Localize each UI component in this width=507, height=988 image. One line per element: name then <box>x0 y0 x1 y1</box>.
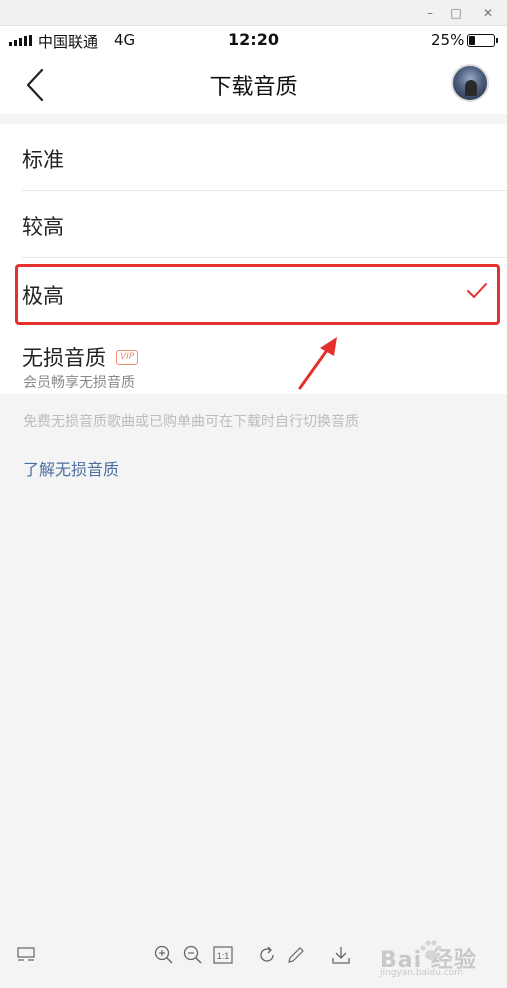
highlight-box <box>15 264 500 325</box>
actual-size-icon[interactable]: 1:1 <box>212 944 234 966</box>
paw-icon <box>420 940 442 960</box>
option-label: 较高 <box>22 215 64 239</box>
battery-icon <box>467 34 498 47</box>
maximize-icon: □ <box>450 6 462 20</box>
window-title-bar: – □ ✕ <box>0 0 507 26</box>
battery-fill <box>469 36 475 45</box>
option-label: 无损音质 <box>22 346 106 370</box>
minimize-icon: – <box>427 6 433 20</box>
rotate-icon[interactable] <box>256 944 278 966</box>
option-subtitle: 会员畅享无损音质 <box>23 375 135 391</box>
watermark-sub: jingyan.baidu.com <box>380 968 464 978</box>
info-note: 免费无损音质歌曲或已购单曲可在下载时自行切换音质 <box>23 414 359 430</box>
option-lossless[interactable]: 无损音质 VIP 会员畅享无损音质 <box>0 330 507 394</box>
divider <box>22 257 507 258</box>
annotation-arrow-icon <box>298 337 337 390</box>
download-icon[interactable] <box>330 944 352 966</box>
watermark: Bai 经验 jingyan.baidu.com <box>380 938 500 982</box>
learn-lossless-link[interactable]: 了解无损音质 <box>23 456 119 480</box>
zoom-in-icon[interactable] <box>153 944 175 966</box>
option-standard[interactable]: 标准 <box>0 124 507 191</box>
nav-bar: 下载音质 <box>0 56 507 114</box>
edit-icon[interactable] <box>285 944 307 966</box>
page-title: 下载音质 <box>209 75 298 100</box>
option-high[interactable]: 较高 <box>0 191 507 258</box>
battery-percent: 25% <box>431 31 465 49</box>
status-bar: 中国联通 4G 12:20 25% <box>0 26 507 56</box>
close-button[interactable]: ✕ <box>475 3 501 23</box>
viewer-toolbar: 1:1 Bai 经验 jingyan.baidu.com <box>0 930 507 988</box>
zoom-out-icon[interactable] <box>182 944 204 966</box>
quality-options-list: 标准 较高 极高 无损音质 VIP 会员畅享无损音质 <box>0 124 507 394</box>
layout-icon[interactable] <box>15 944 37 966</box>
svg-text:1:1: 1:1 <box>217 951 230 961</box>
avatar[interactable] <box>451 64 489 102</box>
vip-badge: VIP <box>116 350 139 365</box>
minimize-button[interactable]: – <box>417 3 443 23</box>
option-label: 标准 <box>22 148 64 172</box>
close-icon: ✕ <box>482 6 494 20</box>
maximize-button[interactable]: □ <box>443 3 469 23</box>
